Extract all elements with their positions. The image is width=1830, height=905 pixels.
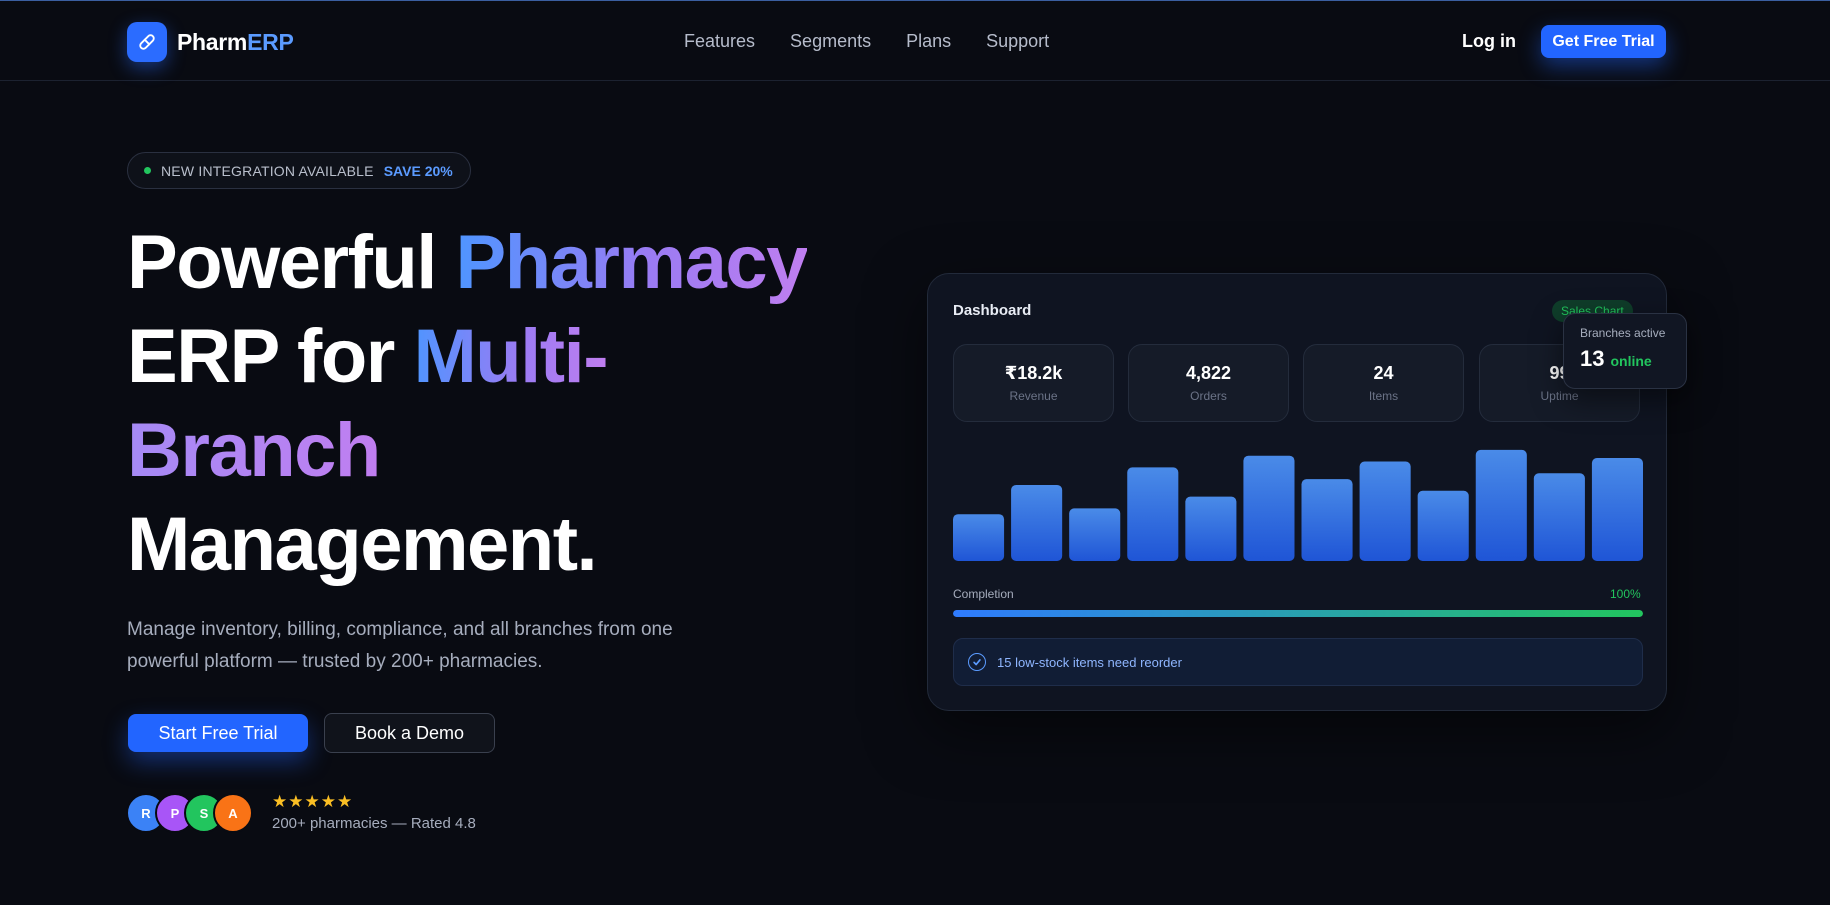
hero-headline: Powerful Pharmacy ERP for Multi- Branch … (127, 216, 847, 592)
low-stock-alert[interactable]: 15 low-stock items need reorder (953, 638, 1643, 686)
stat-card-orders: 4,822 Orders (1128, 344, 1289, 422)
bar-9 (1417, 490, 1469, 561)
headline-part: ERP for (127, 314, 414, 399)
start-free-trial-button[interactable]: Start Free Trial (128, 714, 308, 752)
bar-2 (1011, 484, 1063, 561)
completion-percent: 100% (1610, 587, 1641, 601)
avatar-group: R P S A (126, 793, 253, 833)
rating: ★★★★★ 200+ pharmacies — Rated 4.8 (272, 792, 476, 833)
nav-links: Features Segments Plans Support (684, 31, 1049, 52)
dashboard-title: Dashboard (953, 302, 1032, 319)
logo[interactable]: PharmERP (127, 22, 294, 62)
bar-chart-svg (953, 449, 1643, 561)
nav-link-plans[interactable]: Plans (906, 31, 951, 52)
stat-label: Orders (1190, 389, 1227, 403)
headline-part: Management. (127, 502, 598, 587)
headline-highlight: Pharmacy (455, 220, 809, 305)
hero-subtitle: Manage inventory, billing, compliance, a… (127, 619, 673, 672)
stat-label: Items (1368, 389, 1399, 403)
branches-status: online (1610, 353, 1652, 369)
bar-3 (1069, 508, 1121, 561)
nav-link-segments[interactable]: Segments (790, 31, 871, 52)
bar-6 (1243, 455, 1295, 561)
get-free-trial-button[interactable]: Get Free Trial (1541, 25, 1666, 58)
stat-label: Uptime (1540, 389, 1579, 403)
sales-bar-chart (953, 444, 1643, 561)
alert-text: 15 low-stock items need reorder (997, 654, 1182, 670)
avatar: A (213, 793, 253, 833)
nav-link-support[interactable]: Support (986, 31, 1049, 52)
badge-text: NEW INTEGRATION AVAILABLE (161, 162, 374, 179)
headline-highlight: Multi- (413, 314, 608, 399)
stat-value: 24 (1373, 363, 1394, 383)
pill-icon (127, 22, 167, 62)
headline-highlight: Branch (127, 408, 381, 493)
stat-card-items: 24 Items (1303, 344, 1464, 422)
completion-progress-fill (953, 610, 1643, 617)
badge-highlight: SAVE 20% (383, 162, 453, 179)
stat-value: ₹18.2k (1004, 363, 1063, 383)
brand-name-accent: ERP (247, 28, 294, 55)
stat-label: Revenue (1009, 389, 1058, 403)
stat-card-revenue: ₹18.2k Revenue (953, 344, 1114, 422)
branches-value: 13 online (1580, 346, 1686, 372)
branches-active-card: Branches active 13 online (1563, 313, 1687, 389)
dashboard-card: Dashboard Sales Chart ₹18.2k Revenue 4,8… (927, 273, 1667, 711)
login-link[interactable]: Log in (1462, 31, 1516, 52)
completion-label: Completion (953, 587, 1014, 601)
brand-name: PharmERP (177, 29, 294, 56)
nav-link-features[interactable]: Features (684, 31, 755, 52)
branches-count: 13 (1580, 346, 1605, 371)
bar-10 (1475, 449, 1527, 561)
stat-value: 4,822 (1185, 363, 1232, 383)
branches-title: Branches active (1580, 326, 1666, 340)
bar-5 (1185, 496, 1237, 561)
rating-text: 200+ pharmacies — Rated 4.8 (272, 815, 476, 832)
bar-12 (1591, 458, 1643, 561)
star-icons: ★★★★★ (272, 792, 354, 811)
brand-name-main: Pharm (177, 28, 248, 55)
navbar: PharmERP Features Segments Plans Support… (0, 1, 1830, 81)
headline-part: Powerful (127, 220, 456, 305)
completion-progress-bar (953, 610, 1643, 617)
book-demo-button[interactable]: Book a Demo (324, 713, 495, 753)
announcement-badge[interactable]: NEW INTEGRATION AVAILABLE SAVE 20% (127, 152, 471, 189)
bar-1 (953, 514, 1005, 561)
check-circle-icon (968, 653, 986, 671)
bar-11 (1533, 473, 1585, 561)
bar-4 (1127, 467, 1179, 561)
bar-8 (1359, 461, 1411, 561)
bar-7 (1301, 479, 1353, 561)
status-dot-icon (144, 167, 151, 174)
